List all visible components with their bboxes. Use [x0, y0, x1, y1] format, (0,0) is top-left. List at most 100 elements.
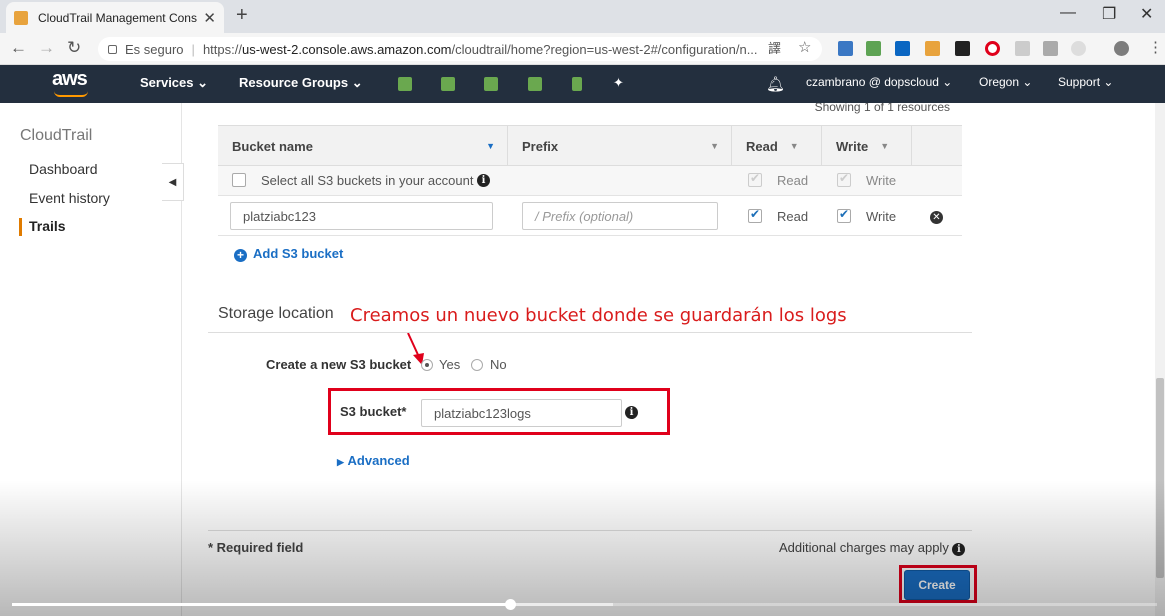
service-shortcut-icon[interactable] — [572, 77, 582, 91]
aws-top-nav: aws Services ⌄ Resource Groups ⌄ ✦ 🔔︎ cz… — [0, 65, 1165, 103]
read-label: Read — [777, 173, 809, 188]
sidebar-title: CloudTrail — [20, 127, 93, 144]
drive-icon[interactable] — [925, 41, 940, 56]
scrollbar-thumb[interactable] — [1156, 378, 1164, 578]
read-label: Read — [777, 209, 809, 224]
no-label: No — [490, 357, 507, 372]
service-shortcut-icon[interactable] — [441, 77, 455, 91]
extension-icon[interactable] — [838, 41, 853, 56]
create-bucket-no-radio[interactable] — [471, 359, 483, 371]
aws-logo-smile — [54, 91, 88, 97]
sidebar-collapse-button[interactable]: ◀ — [162, 163, 184, 201]
tab-title: CloudTrail Management Console — [38, 10, 198, 25]
sidebar-item-event-history[interactable]: Event history — [29, 190, 110, 206]
write-all-checkbox — [837, 171, 851, 187]
amazon-extension-icon[interactable] — [955, 41, 970, 56]
service-shortcut-icon[interactable] — [484, 77, 498, 91]
reload-icon[interactable]: ↻ — [67, 38, 81, 58]
browser-tab-strip: CloudTrail Management Console ✕ + — ❐ ✕ — [0, 0, 1165, 33]
url-text: https://us-west-2.console.aws.amazon.com… — [202, 41, 758, 57]
section-divider — [208, 332, 972, 333]
support-menu[interactable]: Support ⌄ — [1058, 75, 1113, 89]
tab-close-icon[interactable]: ✕ — [203, 9, 216, 27]
pin-icon[interactable]: ✦ — [613, 75, 624, 91]
video-scrubber-handle[interactable] — [505, 599, 517, 610]
new-tab-button[interactable]: + — [236, 4, 248, 27]
info-icon[interactable]: i — [477, 174, 490, 187]
cloudtrail-favicon-icon — [14, 10, 28, 25]
create-trail-button[interactable]: Create — [904, 570, 970, 600]
page-scrollbar[interactable] — [1155, 103, 1165, 616]
write-label: Write — [866, 209, 897, 224]
url-separator: | — [191, 41, 195, 57]
extension-icon[interactable] — [1043, 41, 1058, 56]
bucket-name-input[interactable]: platziabc123 — [230, 202, 493, 230]
storage-location-title: Storage location — [218, 305, 334, 322]
s3-buckets-table: Bucket name ▼ Prefix ▼ Read ▼ Write ▼ Se… — [218, 125, 962, 262]
column-header-bucket-name[interactable]: Bucket name ▼ — [218, 126, 508, 166]
notifications-bell-icon[interactable]: 🔔︎ — [766, 75, 785, 93]
column-header-write[interactable]: Write ▼ — [822, 126, 912, 166]
sort-down-icon: ▼ — [880, 141, 890, 151]
select-all-row: Select all S3 buckets in your account i … — [218, 166, 962, 196]
service-shortcut-icon[interactable] — [398, 77, 412, 91]
cloudtrail-sidebar: CloudTrail Dashboard Event history Trail… — [0, 103, 184, 616]
active-indicator — [19, 218, 22, 236]
resource-groups-menu[interactable]: Resource Groups ⌄ — [239, 75, 363, 91]
write-checkbox[interactable] — [837, 207, 851, 223]
advanced-toggle[interactable]: ▶ Advanced — [337, 453, 410, 468]
info-icon[interactable]: i — [625, 406, 638, 419]
select-all-checkbox[interactable] — [232, 173, 246, 187]
lock-icon — [108, 44, 117, 54]
extension-icon[interactable] — [1015, 41, 1030, 56]
account-menu[interactable]: czambrano @ dopscloud ⌄ — [806, 75, 952, 89]
aws-logo[interactable]: aws — [52, 68, 88, 91]
sort-down-icon: ▼ — [486, 141, 495, 151]
remove-bucket-icon[interactable]: ✕ — [930, 211, 943, 224]
table-row: platziabc123 / Prefix (optional) Read Wr… — [218, 197, 962, 236]
profile-avatar[interactable] — [1114, 41, 1129, 56]
region-menu[interactable]: Oregon ⌄ — [979, 75, 1032, 89]
required-field-note: * Required field — [208, 540, 304, 555]
address-bar-row: ← → ↻ Es seguro | https://us-west-2.cons… — [0, 33, 1165, 65]
services-menu[interactable]: Services ⌄ — [140, 75, 208, 91]
additional-charges-note: Additional charges may apply i — [779, 540, 966, 556]
linkedin-icon[interactable] — [895, 41, 910, 56]
column-header-read[interactable]: Read ▼ — [732, 126, 822, 166]
window-minimize-button[interactable]: — — [1060, 4, 1076, 22]
tutorial-annotation: Creamos un nuevo bucket donde se guardar… — [350, 305, 847, 326]
main-content: Showing 1 of 1 resources Bucket name ▼ P… — [182, 103, 1155, 616]
sidebar-item-trails[interactable]: Trails — [29, 218, 66, 234]
prefix-input[interactable]: / Prefix (optional) — [522, 202, 718, 230]
window-close-button[interactable]: ✕ — [1140, 4, 1153, 24]
read-checkbox[interactable] — [748, 207, 762, 223]
extension-icon[interactable] — [866, 41, 881, 56]
add-s3-bucket-link[interactable]: + Add S3 bucket — [234, 246, 343, 262]
table-header: Bucket name ▼ Prefix ▼ Read ▼ Write ▼ — [218, 126, 962, 166]
column-header-prefix[interactable]: Prefix ▼ — [508, 126, 732, 166]
browser-menu-icon[interactable]: ⋮ — [1148, 38, 1163, 56]
browser-tab[interactable]: CloudTrail Management Console ✕ — [6, 2, 224, 33]
secure-label: Es seguro — [125, 41, 184, 57]
showing-count: Showing 1 of 1 resources — [814, 103, 950, 114]
window-restore-button[interactable]: ❐ — [1102, 4, 1116, 24]
sidebar-item-dashboard[interactable]: Dashboard — [29, 161, 98, 177]
create-bucket-yes-radio[interactable] — [421, 359, 433, 371]
back-arrow-icon[interactable]: ← — [10, 38, 27, 58]
translate-icon[interactable]: 譯 — [768, 38, 781, 57]
url-input[interactable]: Es seguro | https://us-west-2.console.aw… — [98, 37, 822, 61]
video-played-bar — [12, 603, 511, 606]
extension-icon[interactable] — [1071, 41, 1086, 56]
video-progress-bar[interactable] — [12, 599, 1157, 610]
forward-arrow-icon[interactable]: → — [38, 38, 55, 58]
sort-down-icon: ▼ — [710, 141, 719, 151]
sort-down-icon: ▼ — [789, 141, 799, 151]
s3-bucket-input[interactable]: platziabc123logs — [421, 399, 622, 427]
read-all-checkbox — [748, 171, 762, 187]
info-icon[interactable]: i — [952, 543, 966, 556]
bookmark-star-icon[interactable]: ☆ — [798, 38, 811, 56]
expand-caret-icon: ▶ — [337, 457, 344, 467]
service-shortcut-icon[interactable] — [528, 77, 542, 91]
s3-bucket-label: S3 bucket* — [340, 404, 407, 419]
opera-icon[interactable] — [985, 41, 1000, 56]
